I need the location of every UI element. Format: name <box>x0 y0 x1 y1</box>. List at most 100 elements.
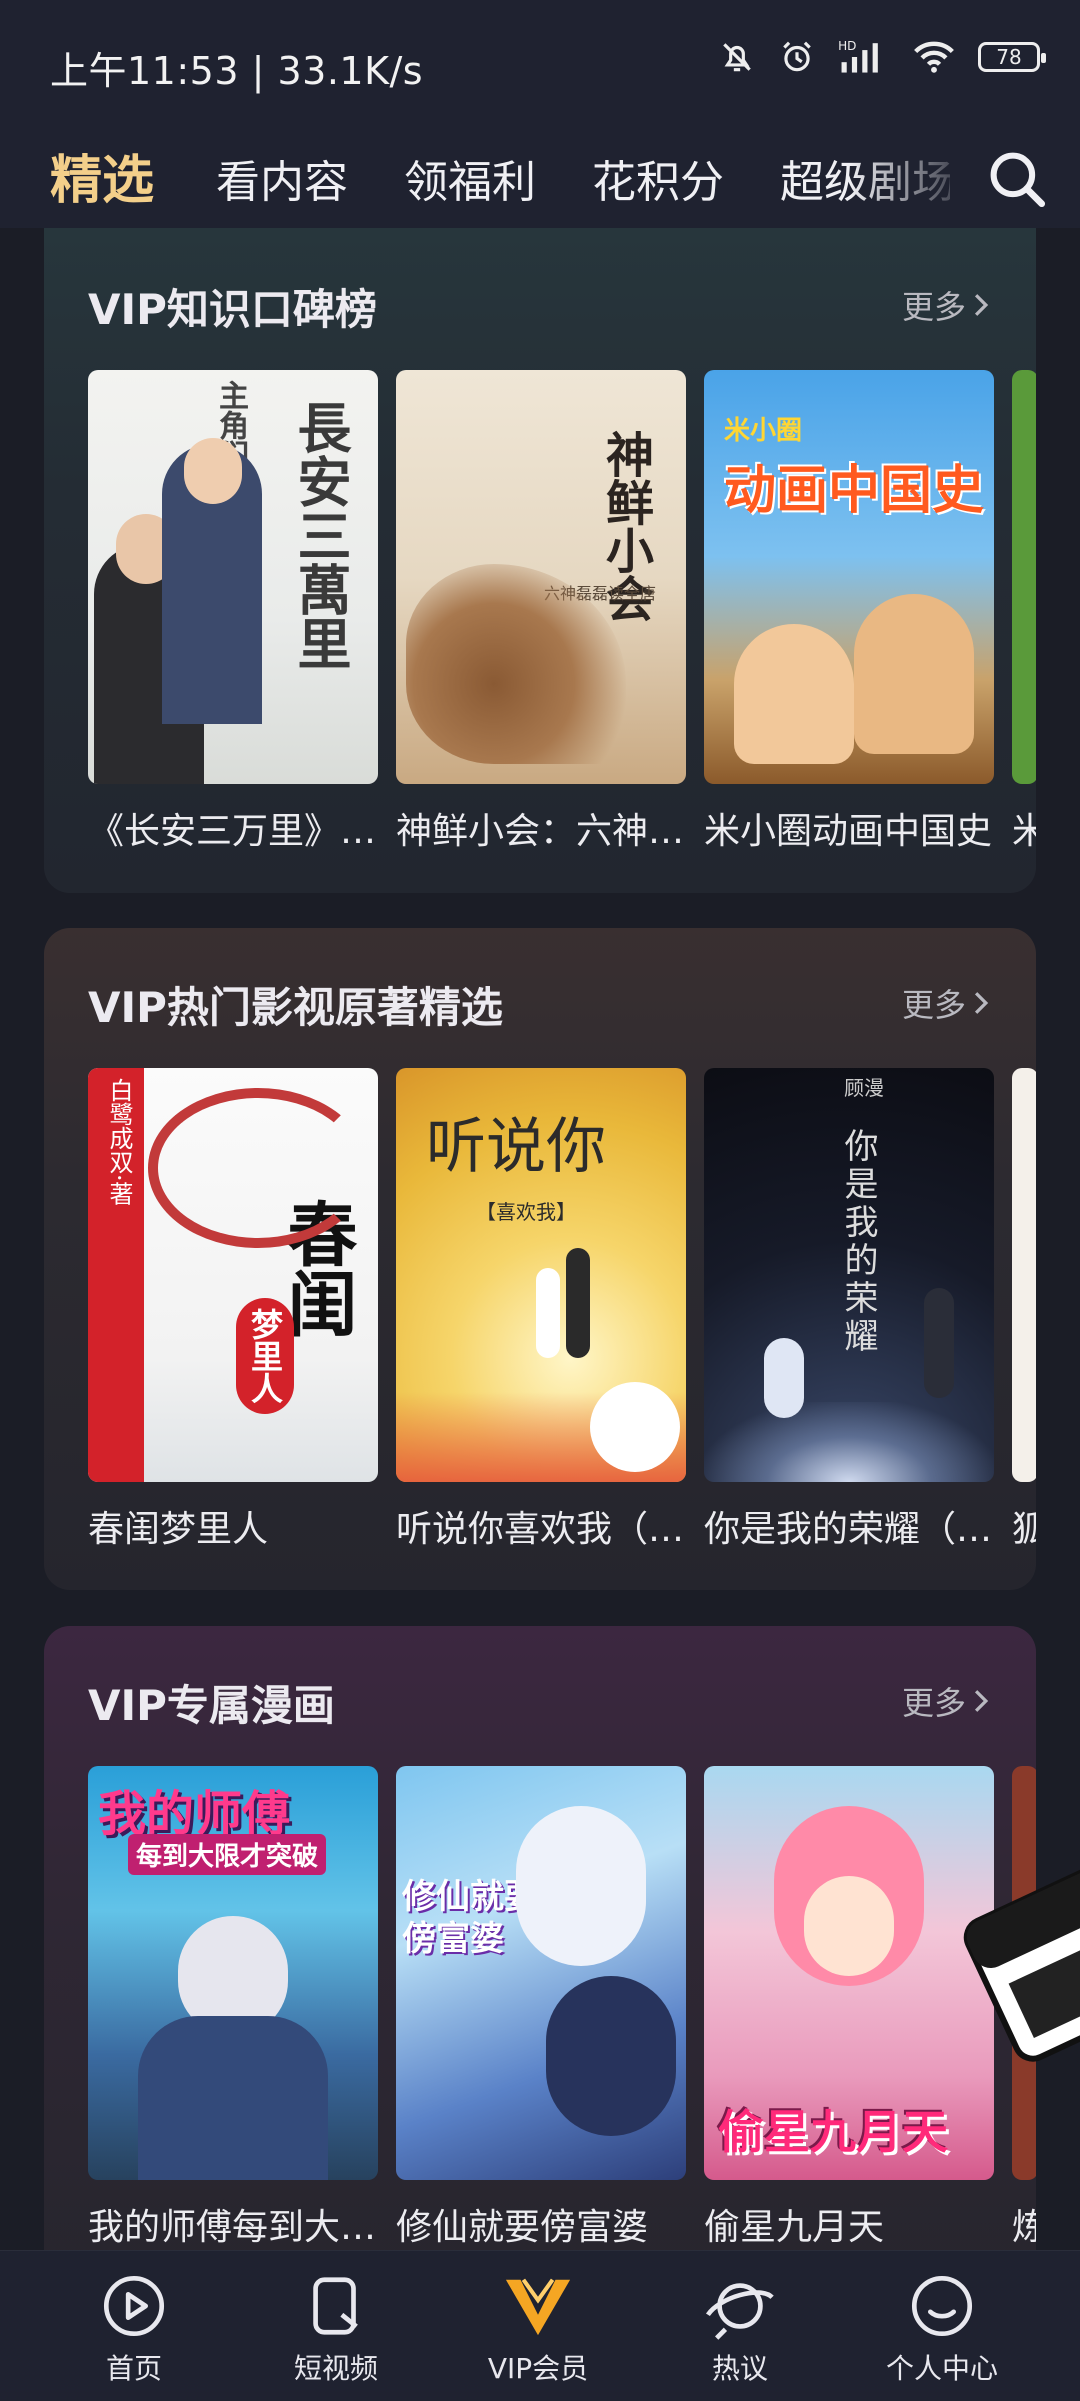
tab-points[interactable]: 花积分 <box>592 146 724 210</box>
book-cover: 米小圈 动画中国史 <box>704 370 994 784</box>
section-title: VIP专属漫画 <box>88 1681 335 1730</box>
book-title: 你是我的荣耀（影视原著） <box>704 1509 994 1550</box>
comic-title: 偷星九月天 <box>704 2207 885 2248</box>
character-body <box>138 2016 328 2180</box>
cover-subtitle: 每到大限才突破 <box>128 1834 327 1875</box>
book-title: 神鲜小会：六神磊磊读全唐诗 <box>396 811 686 852</box>
book-cover: 白鹭成双·著 春闺 梦里人 <box>88 1068 378 1482</box>
battery-indicator: 78 <box>978 42 1046 72</box>
more-link[interactable]: 更多 <box>902 1678 990 1724</box>
status-icons: HD 78 <box>718 38 1046 76</box>
tab-benefits[interactable]: 领福利 <box>404 146 536 210</box>
book-card[interactable]: 米小圈 动画中国史 米小圈动画中国史 <box>704 370 994 854</box>
nav-profile[interactable]: 个人中心 <box>872 2271 1012 2387</box>
book-card[interactable]: 听说你 【喜欢我】 听说你喜欢我（影视原著） <box>396 1068 686 1552</box>
more-label: 更多 <box>901 288 966 326</box>
comic-title: 炼 <box>1012 2207 1036 2248</box>
mute-bell-icon <box>723 43 751 72</box>
cover-author: 顾漫 <box>844 1076 884 1100</box>
book-cover: 听说你 【喜欢我】 <box>396 1068 686 1482</box>
section-title: VIP热门影视原著精选 <box>88 983 503 1032</box>
book-title: 米 <box>1012 811 1036 852</box>
bottom-nav: 首页 短视频 VIP会员 热议 个人中心 <box>0 2250 1080 2401</box>
cover-badge <box>590 1382 680 1472</box>
cover-title: 長安三萬里 <box>288 400 352 670</box>
book-cover: 神鲜小会 六神磊磊读全唐 <box>396 370 686 784</box>
more-label: 更多 <box>901 986 966 1024</box>
comic-card[interactable]: 我的师傅 每到大限才突破 我的师傅每到大限才突破 <box>88 1766 378 2250</box>
section-title: VIP知识口碑榜 <box>88 285 377 334</box>
cover-subtitle: 【喜欢我】 <box>476 1200 576 1224</box>
book-card[interactable]: 米 <box>1012 370 1036 854</box>
chevron-right-icon <box>974 1690 989 1712</box>
planet-horizon <box>704 1402 994 1482</box>
book-title: 听说你喜欢我（影视原著） <box>396 1509 686 1550</box>
nav-label: 个人中心 <box>885 2352 998 2385</box>
smile-face-icon <box>911 2275 973 2337</box>
content-scroll[interactable]: VIP知识口碑榜 更多 長安三萬里 主角们的诗酒人生 《长安三万里》主角们的诗酒… <box>0 228 1080 2250</box>
book-row: 白鹭成双·著 春闺 梦里人 春闺梦里人 听说你 【喜欢我】 听说你喜欢我（影视原… <box>88 1068 1036 1590</box>
floating-promo-badge[interactable] <box>950 1860 1080 2090</box>
more-label: 更多 <box>901 1684 966 1722</box>
more-link[interactable]: 更多 <box>902 282 990 328</box>
cover-title: 偷星九月天 <box>718 2105 948 2159</box>
tab-fade <box>850 128 970 228</box>
play-circle-icon <box>103 2275 165 2337</box>
figure <box>764 1338 804 1418</box>
book-title: 米小圈动画中国史 <box>704 811 993 852</box>
cartoon-character <box>734 624 854 764</box>
moon-window <box>148 1088 368 1248</box>
book-card[interactable]: 神鲜小会 六神磊磊读全唐 神鲜小会：六神磊磊读全唐诗 <box>396 370 686 854</box>
book-card[interactable]: 你是我的荣耀 顾漫 你是我的荣耀（影视原著） <box>704 1068 994 1552</box>
figure <box>566 1248 590 1358</box>
short-video-icon <box>313 2277 358 2335</box>
cover-author: 白鹭成双·著 <box>105 1078 133 1206</box>
book-title: 狐 <box>1012 1509 1036 1550</box>
book-cover <box>1012 1068 1036 1482</box>
alarm-icon <box>783 41 811 72</box>
nav-discussion[interactable]: 热议 <box>670 2271 810 2387</box>
search-icon[interactable] <box>984 146 1050 212</box>
tab-content[interactable]: 看内容 <box>216 146 348 210</box>
nav-vip[interactable]: VIP会员 <box>468 2271 608 2387</box>
wifi-icon <box>914 41 954 73</box>
book-cover: 長安三萬里 主角们的诗酒人生 <box>88 370 378 784</box>
section-vip-film-originals: VIP热门影视原著精选 更多 白鹭成双·著 春闺 梦里人 春闺梦里人 听说你 【… <box>44 928 1036 1590</box>
comic-cover: 修仙就要傍富婆 <box>396 1766 686 2180</box>
figure <box>924 1288 954 1398</box>
cartoon-character <box>854 594 974 754</box>
book-cover: 你是我的荣耀 顾漫 <box>704 1068 994 1482</box>
book-card[interactable]: 白鹭成双·著 春闺 梦里人 春闺梦里人 <box>88 1068 378 1552</box>
cover-subtitle: 梦里人 <box>236 1298 294 1414</box>
nav-home[interactable]: 首页 <box>64 2271 204 2387</box>
book-card[interactable]: 狐 <box>1012 1068 1036 1552</box>
character-face <box>804 1876 894 1976</box>
comic-title: 我的师傅每到大限才突破 <box>88 2207 378 2248</box>
top-tab-bar: 精选 看内容 领福利 花积分 超级剧场 <box>0 128 1080 228</box>
person-face <box>184 438 242 504</box>
tab-featured[interactable]: 精选 <box>50 138 154 213</box>
cover-title: 听说你 <box>426 1112 606 1182</box>
signal-icon: HD <box>838 39 878 73</box>
section-vip-comics: VIP专属漫画 更多 我的师傅 每到大限才突破 我的师傅每到大限才突破 修仙就要… <box>44 1626 1036 2250</box>
character-head <box>546 1976 676 2136</box>
cover-title: 你是我的荣耀 <box>838 1128 878 1356</box>
status-time-speed: 上午11:53 | 33.1K/s <box>50 49 424 93</box>
nav-label: 首页 <box>105 2352 162 2385</box>
section-vip-knowledge: VIP知识口碑榜 更多 長安三萬里 主角们的诗酒人生 《长安三万里》主角们的诗酒… <box>44 228 1036 893</box>
chevron-right-icon <box>974 294 989 316</box>
planet-chat-icon <box>705 2283 774 2340</box>
book-cover <box>1012 370 1036 784</box>
nav-label: VIP会员 <box>487 2352 589 2385</box>
status-bar: 上午11:53 | 33.1K/s HD 78 <box>0 0 1080 128</box>
battery-level: 78 <box>996 45 1022 69</box>
network-hd-label: HD <box>838 39 856 53</box>
cover-title: 动画中国史 <box>724 460 985 521</box>
more-link[interactable]: 更多 <box>902 980 990 1026</box>
comic-card[interactable]: 修仙就要傍富婆 修仙就要傍富婆 <box>396 1766 686 2250</box>
book-card[interactable]: 長安三萬里 主角们的诗酒人生 《长安三万里》主角们的诗酒人生 <box>88 370 378 854</box>
nav-short-video[interactable]: 短视频 <box>266 2271 406 2387</box>
nav-label: 短视频 <box>293 2352 378 2385</box>
vip-crown-icon <box>505 2278 571 2336</box>
chevron-right-icon <box>974 992 989 1014</box>
